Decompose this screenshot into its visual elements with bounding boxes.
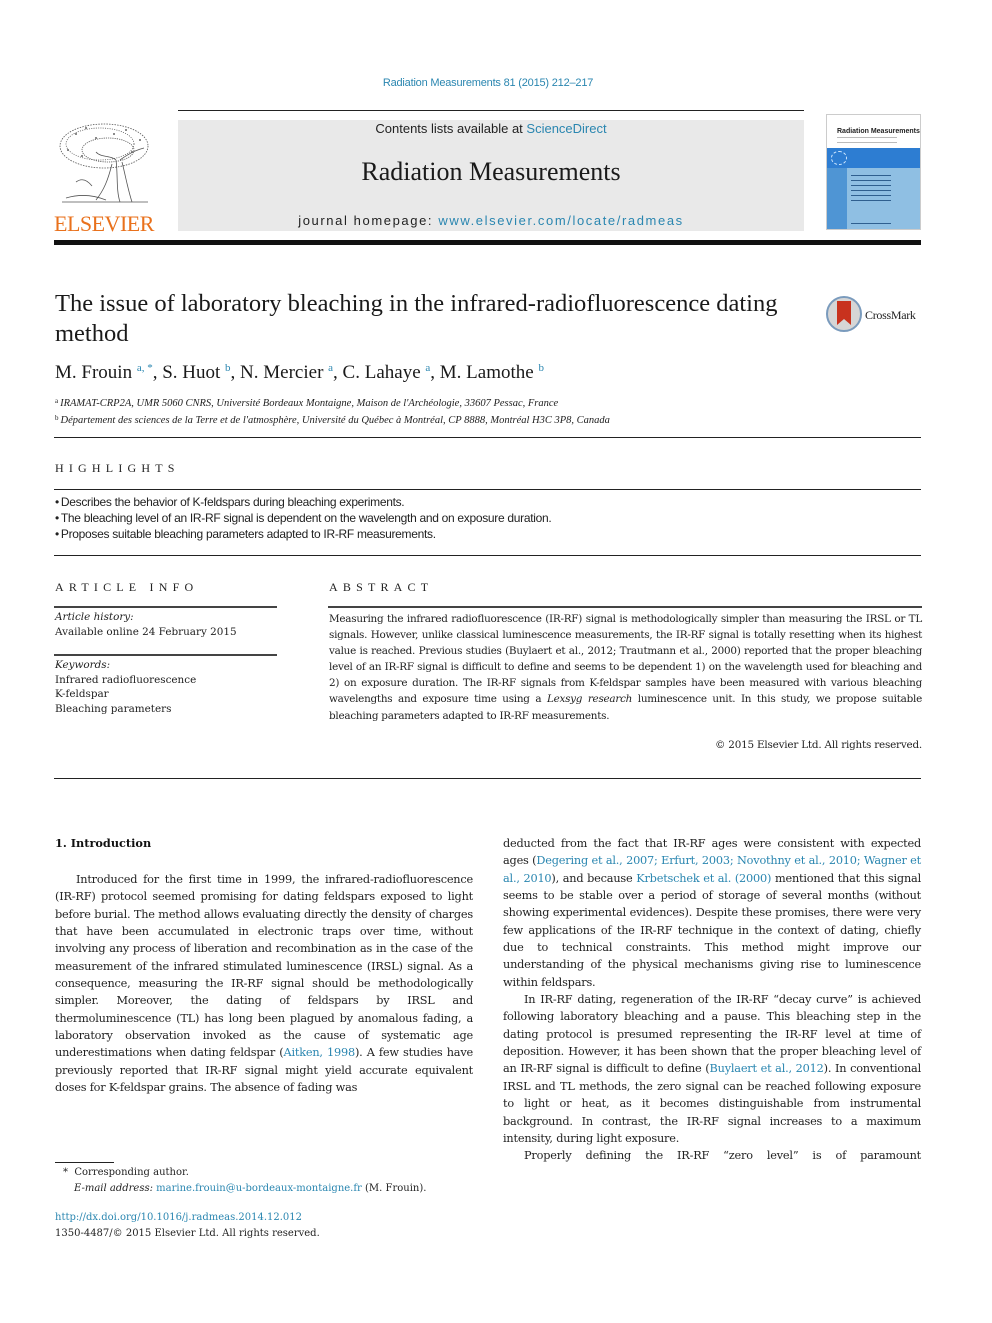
email-link[interactable]: marine.frouin@u-bordeaux-montaigne.fr [156, 1183, 362, 1194]
body-paragraph: deducted from the fact that IR-RF ages w… [503, 835, 921, 991]
cover-text-line [851, 223, 891, 224]
author-affiliation-link[interactable]: a, * [137, 362, 153, 374]
corresponding-author-note: * Corresponding author. [55, 1165, 475, 1181]
divider [54, 437, 921, 438]
email-line: E-mail address: marine.frouin@u-bordeaux… [55, 1181, 475, 1197]
keyword-item: Infrared radiofluorescence [55, 673, 197, 686]
history-label: Article history: [55, 611, 134, 623]
abstract-text-part: Measuring the infrared radiofluorescence… [329, 613, 922, 706]
keyword-item: Bleaching parameters [55, 702, 172, 715]
abstract-copyright: © 2015 Elsevier Ltd. All rights reserved… [714, 739, 922, 751]
keywords: Keywords: Infrared radiofluorescence K-f… [55, 658, 275, 716]
divider [54, 555, 921, 556]
affiliation-key: a [55, 397, 59, 405]
divider [54, 489, 921, 490]
homepage-prefix: journal homepage: [298, 213, 439, 228]
section-heading: 1. Introduction [55, 836, 152, 850]
doi-block: http://dx.doi.org/10.1016/j.radmeas.2014… [55, 1210, 475, 1241]
journal-cover-thumbnail[interactable]: Radiation Measurements [826, 114, 921, 230]
journal-citation-link[interactable]: Radiation Measurements 81 (2015) 212–217 [0, 77, 976, 89]
body-column-right: deducted from the fact that IR-RF ages w… [503, 835, 921, 1165]
body-column-left: Introduced for the first time in 1999, t… [55, 871, 473, 1096]
author-affiliation-link[interactable]: b [538, 362, 544, 374]
sciencedirect-link[interactable]: ScienceDirect [526, 121, 606, 136]
affiliations: a IRAMAT-CRP2A, UMR 5060 CNRS, Université… [55, 394, 935, 428]
journal-homepage-link[interactable]: www.elsevier.com/locate/radmeas [438, 213, 683, 228]
contents-line: Contents lists available at ScienceDirec… [178, 121, 804, 136]
divider [54, 654, 277, 656]
author-affiliation-link[interactable]: a [328, 362, 333, 374]
issn-copyright: 1350-4487/© 2015 Elsevier Ltd. All right… [55, 1227, 320, 1239]
text: Properly defining the IR-RF “zero level”… [524, 1149, 921, 1163]
author-list: M. Frouin a, *, S. Huot b, N. Mercier a,… [55, 362, 544, 383]
elsevier-logo[interactable]: ELSEVIER [54, 118, 156, 236]
body-paragraph: In IR-RF dating, regeneration of the IR-… [503, 991, 921, 1147]
abstract-italic-term: Lexsyg research [546, 693, 633, 706]
keyword-item: K-feldspar [55, 688, 109, 700]
cover-text-line [851, 185, 891, 186]
affiliation-text: IRAMAT-CRP2A, UMR 5060 CNRS, Université … [60, 398, 559, 409]
email-suffix: (M. Frouin). [361, 1182, 427, 1194]
cover-sidebar [827, 168, 847, 229]
highlight-item: Describes the behavior of K-feldspars du… [55, 494, 935, 510]
author-name[interactable]: S. Huot [162, 362, 220, 383]
contents-prefix: Contents lists available at [375, 121, 527, 136]
divider [54, 778, 921, 779]
article-title: The issue of laboratory bleaching in the… [55, 290, 778, 347]
crossmark-label: CrossMark [865, 308, 916, 322]
cover-text-line [851, 200, 891, 201]
footnote-text: Corresponding author. [74, 1167, 189, 1178]
footnote: * Corresponding author. E-mail address: … [55, 1165, 475, 1196]
elsevier-tree-icon [56, 120, 152, 208]
journal-title: Radiation Measurements [361, 157, 621, 186]
footnote-divider [55, 1162, 114, 1163]
doi-link[interactable]: http://dx.doi.org/10.1016/j.radmeas.2014… [55, 1212, 302, 1223]
cover-text-line [851, 195, 891, 196]
affiliation-b: b Département des sciences de la Terre et… [55, 411, 935, 428]
highlight-item: Proposes suitable bleaching parameters a… [55, 526, 935, 542]
cover-subtitle-lines [837, 137, 897, 143]
divider [54, 606, 277, 608]
history-value: Available online 24 February 2015 [55, 625, 237, 638]
body-paragraph: Introduced for the first time in 1999, t… [55, 871, 473, 1096]
abstract-text: Measuring the infrared radiofluorescence… [329, 611, 922, 724]
cover-text-line [851, 190, 891, 191]
text: ), and because [551, 871, 637, 885]
article-info-label: ARTICLE INFO [55, 580, 199, 594]
email-label: E-mail address: [74, 1182, 153, 1194]
cover-title: Radiation Measurements [837, 128, 920, 135]
keywords-label: Keywords: [55, 659, 111, 671]
header-divider [178, 110, 804, 111]
highlights-label: HIGHLIGHTS [55, 461, 180, 475]
highlights-list: Describes the behavior of K-feldspars du… [55, 494, 935, 542]
reference-link[interactable]: Aitken, 1998 [284, 1046, 356, 1059]
atom-icon [831, 151, 847, 165]
article-history: Article history: Available online 24 Feb… [55, 610, 275, 639]
header-thick-divider [54, 240, 921, 245]
footnote-mark: * [63, 1167, 68, 1178]
highlight-item: The bleaching level of an IR-RF signal i… [55, 510, 935, 526]
author-name[interactable]: M. Lamothe [440, 362, 534, 383]
journal-homepage-line: journal homepage: www.elsevier.com/locat… [178, 213, 804, 228]
author-name[interactable]: N. Mercier [240, 362, 323, 383]
author-name[interactable]: M. Frouin [55, 362, 132, 383]
abstract-label: ABSTRACT [329, 580, 434, 594]
affiliation-key: b [55, 414, 59, 422]
text: Introduced for the first time in 1999, t… [55, 873, 473, 1060]
reference-link[interactable]: Buylaert et al., 2012 [710, 1062, 824, 1075]
author-affiliation-link[interactable]: b [225, 362, 231, 374]
author-affiliation-link[interactable]: a [425, 362, 430, 374]
crossmark-button[interactable]: CrossMark [826, 296, 926, 334]
cover-text-line [851, 175, 891, 176]
affiliation-a: a IRAMAT-CRP2A, UMR 5060 CNRS, Université… [55, 394, 935, 411]
cover-text-line [851, 180, 891, 181]
divider [328, 606, 922, 608]
author-name[interactable]: C. Lahaye [343, 362, 421, 383]
affiliation-text: Département des sciences de la Terre et … [60, 415, 610, 426]
body-paragraph: Properly defining the IR-RF “zero level”… [503, 1147, 921, 1164]
reference-link[interactable]: Krbetschek et al. (2000) [636, 872, 771, 885]
elsevier-wordmark: ELSEVIER [54, 211, 154, 236]
text: mentioned that this signal seems to be s… [503, 871, 921, 989]
